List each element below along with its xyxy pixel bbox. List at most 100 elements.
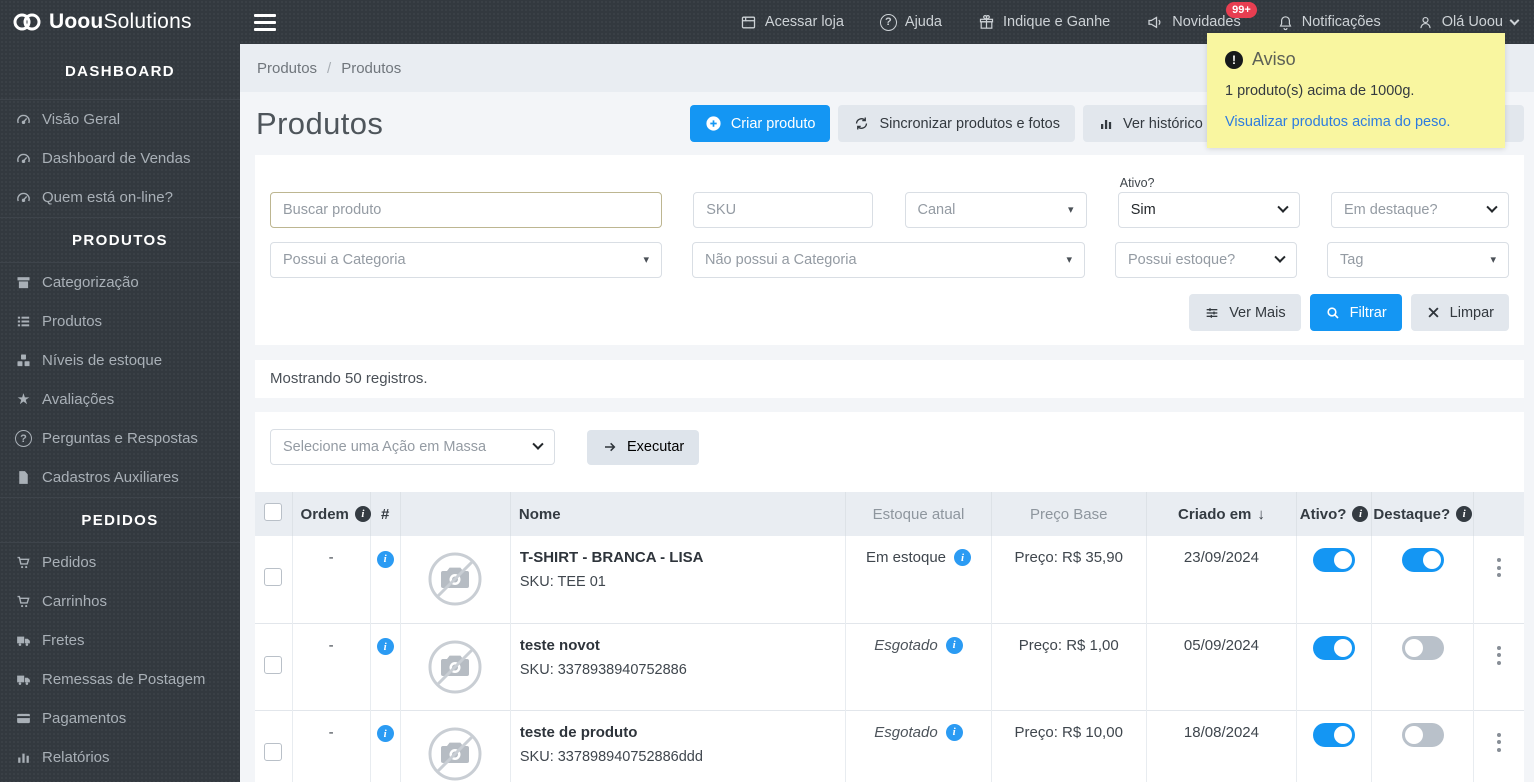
- featured-toggle[interactable]: [1401, 635, 1444, 660]
- product-name[interactable]: teste novot: [520, 637, 846, 654]
- nav-news[interactable]: Novidades 99+: [1146, 2, 1257, 31]
- info-icon[interactable]: [945, 723, 963, 741]
- sidebar-item-pagamentos[interactable]: Pagamentos: [0, 699, 240, 738]
- no-photo-icon: [428, 727, 482, 780]
- destaque-select[interactable]: Em destaque?: [1331, 192, 1509, 228]
- table-header-row: Ordem # Nome Estoque atual Preço Base Cr…: [255, 492, 1524, 536]
- chevron-down-icon: [1486, 201, 1498, 213]
- product-name[interactable]: teste de produto: [520, 724, 846, 741]
- execute-button[interactable]: Executar: [587, 429, 700, 465]
- nav-refer-earn[interactable]: Indique e Ganhe: [978, 14, 1110, 31]
- sync-icon: [856, 117, 868, 130]
- caret-down-icon: [1068, 205, 1074, 216]
- sku-input[interactable]: [706, 202, 861, 218]
- stock-status: Esgotado: [874, 636, 938, 654]
- brand-logo[interactable]: UoouSolutions: [0, 10, 240, 34]
- sidebar-item-perguntas-respostas[interactable]: Perguntas e Respostas: [0, 419, 240, 458]
- filtrar-button[interactable]: Filtrar: [1309, 294, 1402, 331]
- bulk-action-select[interactable]: Selecione uma Ação em Massa: [270, 429, 555, 465]
- active-toggle[interactable]: [1313, 548, 1356, 572]
- nav-help[interactable]: Ajuda: [879, 13, 942, 31]
- brand-name: UoouSolutions: [49, 10, 192, 33]
- list-icon: [17, 316, 30, 327]
- canal-select[interactable]: Canal: [904, 192, 1087, 228]
- weight-alert-popup: Aviso 1 produto(s) acima de 1000g. Visua…: [1207, 33, 1505, 148]
- sidebar-item-niveis-estoque[interactable]: Níveis de estoque: [0, 341, 240, 380]
- nav-access-store[interactable]: Acessar loja: [740, 14, 844, 31]
- ver-mais-button[interactable]: Ver Mais: [1189, 294, 1301, 331]
- header-nome: Nome: [518, 505, 561, 523]
- nav-user-menu[interactable]: Olá Uoou: [1417, 14, 1520, 31]
- alert-title-row: Aviso: [1225, 49, 1487, 70]
- caret-down-icon: [643, 255, 649, 266]
- product-sku: SKU: TEE 01: [519, 574, 606, 590]
- limpar-button[interactable]: Limpar: [1410, 294, 1509, 331]
- info-icon[interactable]: [945, 636, 963, 654]
- create-product-button[interactable]: Criar produto: [689, 105, 831, 142]
- nav-notifications[interactable]: Notificações: [1277, 14, 1381, 31]
- sidebar-item-label: Categorização: [42, 274, 139, 291]
- row-menu-icon[interactable]: [1491, 552, 1507, 583]
- product-name[interactable]: T-SHIRT - BRANCA - LISA: [520, 549, 846, 566]
- nav-notifications-label: Notificações: [1301, 14, 1381, 30]
- cubes-icon: [17, 354, 30, 367]
- sidebar-toggle-icon[interactable]: [250, 10, 280, 35]
- active-toggle[interactable]: [1313, 722, 1356, 747]
- sidebar-item-dashboard-vendas[interactable]: Dashboard de Vendas: [0, 139, 240, 178]
- possui-categoria-select[interactable]: Possui a Categoria: [270, 242, 662, 278]
- archive-icon: [17, 277, 30, 289]
- row-checkbox[interactable]: [264, 655, 283, 674]
- nao-possui-categoria-select[interactable]: Não possui a Categoria: [692, 242, 1085, 278]
- no-photo-icon: [428, 640, 482, 693]
- sidebar-item-produtos[interactable]: Produtos: [0, 302, 240, 341]
- row-checkbox[interactable]: [264, 742, 283, 761]
- possui-estoque-select[interactable]: Possui estoque?: [1115, 242, 1297, 278]
- tag-select[interactable]: Tag: [1327, 242, 1509, 278]
- sidebar-item-pedidos[interactable]: Pedidos: [0, 543, 240, 582]
- active-toggle[interactable]: [1313, 635, 1356, 660]
- ativo-select[interactable]: Ativo? Sim: [1117, 176, 1300, 228]
- info-icon[interactable]: [1456, 506, 1473, 523]
- info-icon[interactable]: [954, 549, 972, 566]
- info-icon[interactable]: [376, 638, 394, 655]
- sync-products-button[interactable]: Sincronizar produtos e fotos: [838, 105, 1075, 142]
- info-icon[interactable]: [1352, 506, 1369, 523]
- sidebar-item-visao-geral[interactable]: Visão Geral: [0, 100, 240, 139]
- header-criado[interactable]: Criado em: [1178, 506, 1251, 523]
- search-product-field: [270, 192, 662, 228]
- stock-status: Esgotado: [874, 723, 938, 741]
- product-sku: SKU: 337898940752886ddd: [519, 748, 703, 765]
- truck-icon: [17, 636, 30, 646]
- sidebar-item-avaliacoes[interactable]: ★ Avaliações: [0, 380, 240, 419]
- sidebar-item-carrinhos[interactable]: Carrinhos: [0, 582, 240, 621]
- caret-down-icon: [1066, 255, 1072, 266]
- sidebar-item-label: Cadastros Auxiliares: [42, 469, 179, 486]
- row-menu-icon[interactable]: [1491, 640, 1507, 671]
- sidebar-item-quem-esta-online[interactable]: Quem está on-line?: [0, 178, 240, 217]
- breadcrumb-link-produtos[interactable]: Produtos: [257, 60, 317, 77]
- sidebar-item-label: Perguntas e Respostas: [42, 430, 198, 447]
- cart-icon: [17, 595, 30, 608]
- search-product-input[interactable]: [283, 202, 649, 218]
- header-preco[interactable]: Preço Base: [1030, 506, 1108, 523]
- featured-toggle[interactable]: [1401, 548, 1444, 572]
- sidebar-item-relatorios[interactable]: Relatórios: [0, 738, 240, 777]
- info-icon[interactable]: [376, 550, 394, 568]
- info-icon[interactable]: [354, 506, 371, 523]
- alert-link[interactable]: Visualizar produtos acima do peso.: [1225, 114, 1487, 130]
- header-estoque[interactable]: Estoque atual: [873, 506, 965, 523]
- nav-help-label: Ajuda: [904, 14, 942, 30]
- sidebar-item-categorizacao[interactable]: Categorização: [0, 263, 240, 302]
- featured-toggle[interactable]: [1401, 722, 1444, 747]
- info-icon[interactable]: [376, 725, 394, 742]
- header-ativo: Ativo?: [1299, 505, 1347, 523]
- select-all-checkbox[interactable]: [264, 503, 283, 521]
- alert-exclamation-icon: [1225, 50, 1243, 69]
- sidebar-item-fretes[interactable]: Fretes: [0, 621, 240, 660]
- sidebar-item-remessas-postagem[interactable]: Remessas de Postagem: [0, 660, 240, 699]
- megaphone-icon: [1148, 16, 1161, 29]
- sidebar-item-cadastros-auxiliares[interactable]: Cadastros Auxiliares: [0, 458, 240, 497]
- row-checkbox[interactable]: [264, 568, 283, 587]
- sidebar-item-label: Produtos: [42, 313, 103, 330]
- row-menu-icon[interactable]: [1491, 727, 1507, 758]
